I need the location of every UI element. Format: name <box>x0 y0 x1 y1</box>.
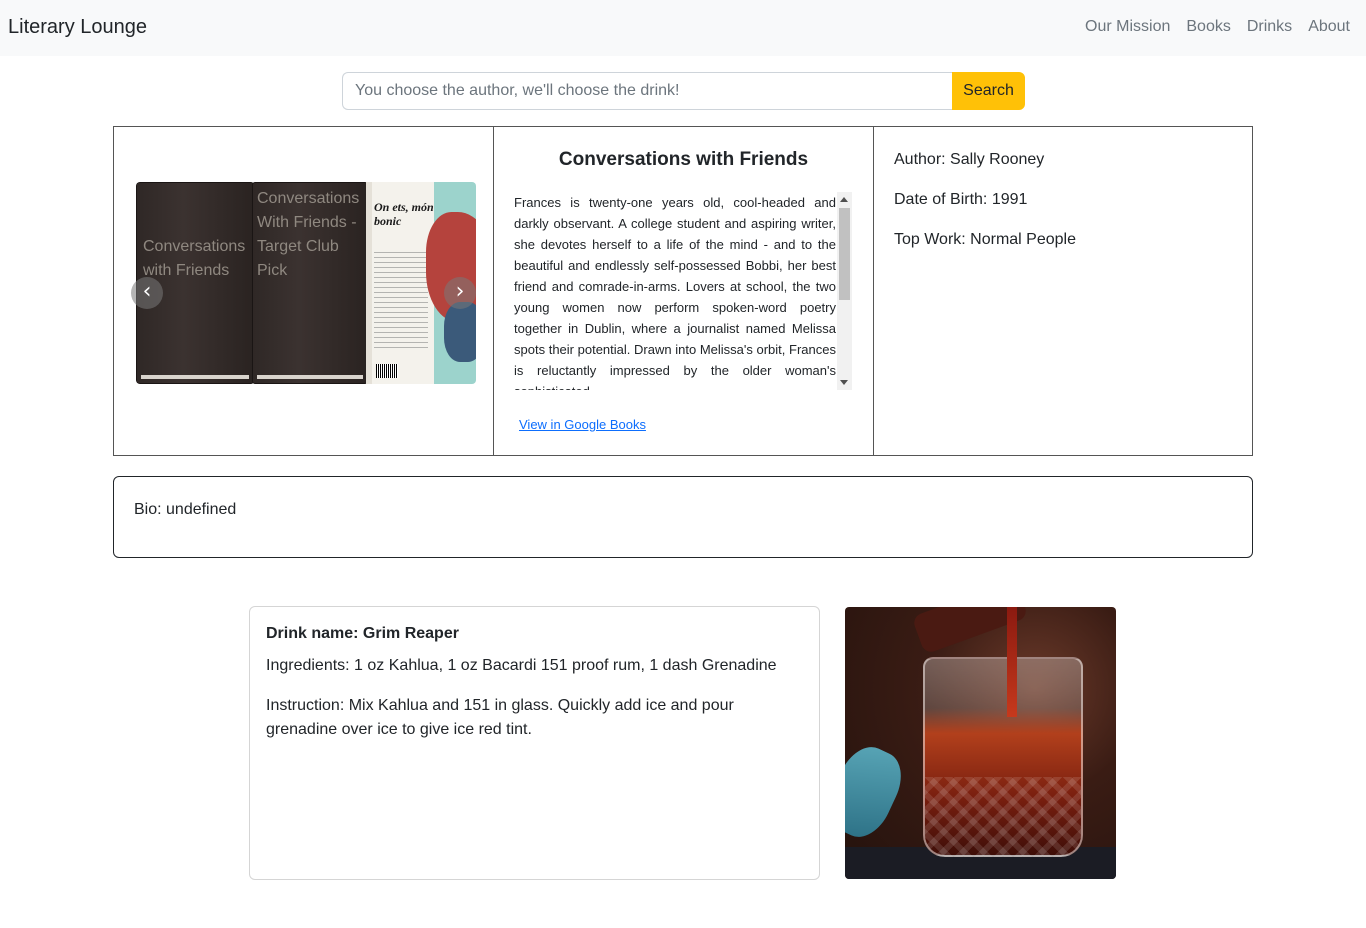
cover-alt-text: Conversations With Friends - Target Club… <box>257 190 360 279</box>
scroll-down-icon[interactable] <box>840 380 848 385</box>
book-cover-panel: Conversations with Friends Conversations… <box>113 126 494 456</box>
google-books-link[interactable]: View in Google Books <box>519 417 646 432</box>
brand-logo-text[interactable]: Literary Lounge <box>8 16 147 39</box>
cover-title: On ets, món bonic <box>374 200 434 228</box>
drink-ingredients: Ingredients: 1 oz Kahlua, 1 oz Bacardi 1… <box>266 657 777 674</box>
glass-cut-pattern <box>925 777 1081 857</box>
scroll-up-icon[interactable] <box>840 197 848 202</box>
book-description: Frances is twenty-one years old, cool-he… <box>514 195 836 390</box>
nav-link-drinks[interactable]: Drinks <box>1247 18 1292 36</box>
drink-image <box>845 607 1116 879</box>
author-name: Author: Sally Rooney <box>894 151 1045 168</box>
chevron-right-icon[interactable]: › <box>444 277 476 309</box>
nav-link-our-mission[interactable]: Our Mission <box>1085 18 1170 36</box>
cover-alt-text: Conversations with Friends <box>143 238 246 279</box>
author-bio-box: Bio: undefined <box>113 476 1253 558</box>
book-cover-carousel: Conversations with Friends Conversations… <box>136 182 476 384</box>
drink-instruction: Instruction: Mix Kahlua and 151 in glass… <box>266 697 734 738</box>
book-title: Conversations with Friends <box>558 149 809 170</box>
nav-link-about[interactable]: About <box>1308 18 1350 36</box>
nav-link-books[interactable]: Books <box>1186 18 1230 36</box>
author-dob: Date of Birth: 1991 <box>894 191 1028 208</box>
author-info-panel: Author: Sally Rooney Date of Birth: 1991… <box>873 126 1253 456</box>
drink-name: Drink name: Grim Reaper <box>266 625 459 642</box>
cover-illustration <box>444 302 476 362</box>
cover-text-lines <box>374 252 428 352</box>
drink-card: Drink name: Grim Reaper Ingredients: 1 o… <box>249 606 820 880</box>
chevron-left-icon[interactable]: ‹ <box>131 277 163 309</box>
book-details-panel: Conversations with Friends Frances is tw… <box>493 126 874 456</box>
barcode-icon <box>376 364 398 378</box>
search-input[interactable] <box>342 72 952 110</box>
book-cover-slide: Conversations With Friends - Target Club… <box>252 182 368 384</box>
author-top-work: Top Work: Normal People <box>894 231 1076 248</box>
author-bio: Bio: undefined <box>134 501 237 518</box>
cloth-shape <box>845 738 912 846</box>
scrollbar-thumb[interactable] <box>839 208 850 300</box>
description-scroll-area[interactable]: Frances is twenty-one years old, cool-he… <box>514 192 852 390</box>
cover-spine <box>366 182 372 384</box>
navbar: Literary Lounge Our Mission Books Drinks… <box>0 0 1366 56</box>
search-bar: Search <box>342 72 1025 110</box>
nav-links: Our Mission Books Drinks About <box>1085 18 1350 36</box>
search-button[interactable]: Search <box>952 72 1025 110</box>
pour-stream <box>1007 607 1017 717</box>
description-scrollbar[interactable] <box>837 192 852 390</box>
